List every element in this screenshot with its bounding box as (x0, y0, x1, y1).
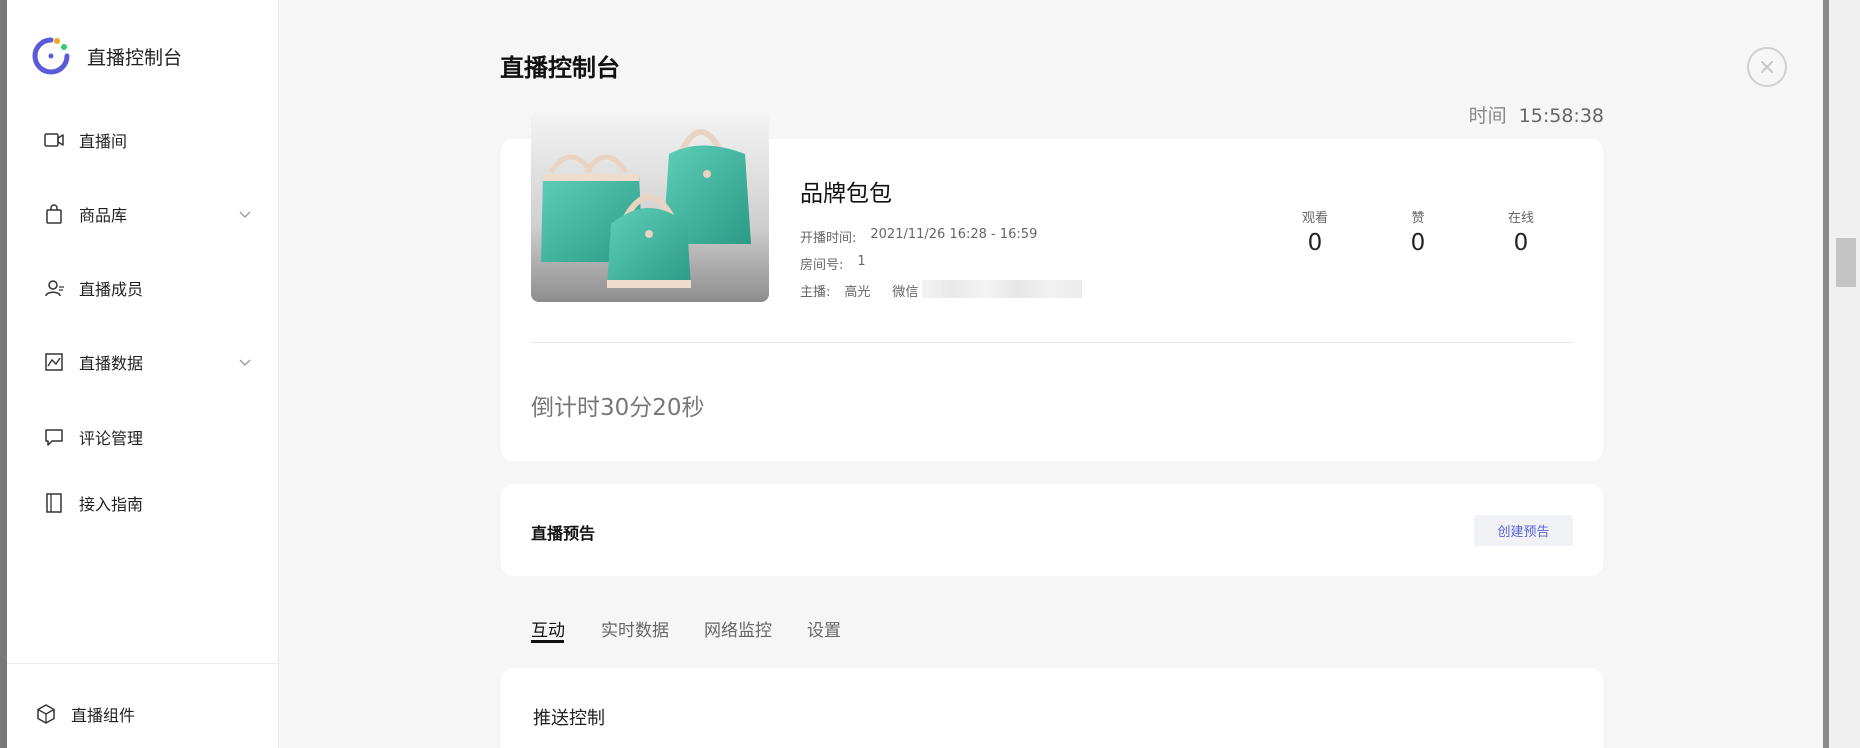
sidebar-item-label: 直播间 (79, 132, 128, 151)
close-icon (1761, 61, 1773, 73)
tab-settings[interactable]: 设置 (807, 616, 841, 641)
sidebar-item-live-data[interactable]: 直播数据 (43, 342, 253, 382)
stat-value: 0 (1410, 230, 1426, 256)
card-divider (531, 342, 1573, 343)
start-time-label: 开播时间: (800, 231, 857, 246)
product-image (531, 112, 769, 302)
sidebar-item-label: 接入指南 (79, 495, 144, 514)
create-preview-button[interactable]: 创建预告 (1474, 515, 1573, 546)
sidebar-item-live-components[interactable]: 直播组件 (35, 694, 245, 734)
sidebar-item-comment-management[interactable]: 评论管理 (43, 417, 253, 457)
room-number-label: 房间号: (800, 258, 844, 273)
stat-value: 0 (1307, 230, 1323, 256)
brand-logo-icon (32, 37, 70, 75)
stat-online: 在线 0 (1491, 207, 1551, 256)
host-label: 主播: (800, 285, 831, 300)
stat-label: 观看 (1301, 211, 1328, 226)
room-number-value: 1 (857, 254, 866, 269)
stat-likes: 赞 0 (1388, 207, 1448, 256)
book-icon (43, 492, 65, 514)
cube-icon (35, 703, 57, 725)
stat-views: 观看 0 (1285, 207, 1345, 256)
sidebar-item-label: 直播数据 (79, 354, 144, 373)
time-label: 时间 (1468, 105, 1507, 127)
push-control-card (501, 668, 1603, 748)
sidebar-item-live-room[interactable]: 直播间 (43, 120, 253, 160)
chart-icon (43, 351, 65, 373)
brand[interactable]: 直播控制台 (29, 34, 182, 78)
stat-label: 在线 (1507, 211, 1534, 226)
members-icon (43, 277, 65, 299)
wechat-label: 微信 (892, 285, 919, 300)
live-preview-title: 直播预告 (531, 524, 596, 543)
sidebar-item-live-members[interactable]: 直播成员 (43, 268, 253, 308)
sidebar-item-label: 评论管理 (79, 429, 144, 448)
live-preview-card (501, 484, 1603, 576)
sidebar: 直播控制台 直播间 商品库 直播成员 直播数据 评论管理 接入指南 直播组件 (7, 0, 279, 748)
start-time-row: 开播时间: 2021/11/26 16:28 - 16:59 (800, 227, 1037, 246)
countdown: 倒计时30分20秒 (531, 395, 705, 421)
comment-icon (43, 426, 65, 448)
sidebar-item-label: 直播成员 (79, 280, 144, 299)
scrollbar-thumb[interactable] (1836, 238, 1856, 287)
room-title: 品牌包包 (800, 181, 892, 207)
brand-title: 直播控制台 (87, 46, 183, 69)
host-row: 主播: 高光 微信 (800, 280, 1083, 300)
tab-network-monitor[interactable]: 网络监控 (704, 616, 772, 641)
shopping-bag-icon (43, 203, 65, 225)
stat-value: 0 (1513, 230, 1529, 256)
stat-label: 赞 (1411, 211, 1425, 226)
current-time: 时间 15:58:38 (1469, 101, 1604, 128)
tab-realtime-data[interactable]: 实时数据 (601, 616, 669, 641)
sidebar-item-product-library[interactable]: 商品库 (43, 194, 253, 234)
video-camera-icon (43, 129, 65, 151)
chevron-down-icon[interactable] (237, 354, 253, 370)
chevron-down-icon[interactable] (237, 206, 253, 222)
sidebar-item-label: 直播组件 (71, 706, 136, 725)
sidebar-divider (7, 663, 279, 664)
sidebar-item-label: 商品库 (79, 206, 128, 225)
start-time-value: 2021/11/26 16:28 - 16:59 (870, 227, 1038, 242)
page-title: 直播控制台 (500, 54, 620, 82)
tab-interaction[interactable]: 互动 (531, 616, 565, 641)
wechat-value-redacted (922, 280, 1083, 298)
scrollbar-track[interactable] (1823, 0, 1860, 748)
push-control-title: 推送控制 (533, 708, 605, 729)
close-button[interactable] (1747, 47, 1787, 87)
time-value: 15:58:38 (1518, 105, 1604, 127)
active-tab-indicator (531, 640, 564, 643)
host-name: 高光 (844, 285, 871, 300)
room-number-row: 房间号: 1 (800, 254, 866, 273)
window-edge (0, 0, 7, 748)
sidebar-item-integration-guide[interactable]: 接入指南 (43, 483, 253, 523)
